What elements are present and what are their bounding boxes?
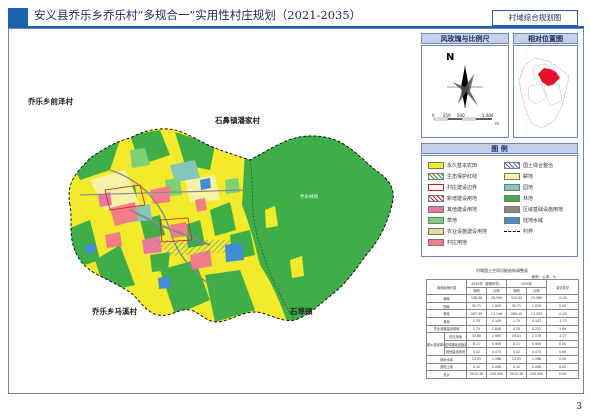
table-row: 总计 2015.38 100.000 2015.38 100.000 0.00 (426, 370, 579, 379)
neighbor-label-shibi: 石埠镇 (290, 307, 313, 316)
land-use-map-drawing (68, 128, 394, 323)
table-row: 其他土地 0.12 0.006 0.12 0.006 0.00 (426, 362, 579, 372)
wind-rose-scale-panel: N 0 250 500 1,000 m (421, 45, 509, 138)
legend-item-ecological-redline: 生态保护红线 (428, 173, 477, 180)
legend-header: 图 例 (421, 143, 578, 154)
legend-item-orchard: 园地 (504, 184, 533, 191)
legend-item-village-boundary: 村界 (504, 228, 533, 235)
neighbor-label-panjia: 石鼻镇潘家村 (215, 116, 260, 125)
north-letter: N (446, 52, 455, 63)
legend-item-construction-boundary: 村庄建设边界 (428, 184, 477, 191)
table-row: 园地 30.71 1.509 30.71 1.526 0.00 (426, 301, 579, 311)
village-land-parcels (69, 128, 394, 323)
map-type-tag: 村域综合规划图 (492, 10, 578, 26)
title-bar: 安义县乔乐乡乔乐村“多规合一”实用性村庄规划（2021-2035） 村域综合规划… (0, 0, 590, 28)
table-row: 农业设施建设用地 2.73 1.848 4.30 0.252 3.69 (426, 324, 579, 334)
table-row: 草地 2.33 0.109 1.73 0.103 -1.72 (426, 316, 579, 326)
location-map-drawing (518, 57, 570, 129)
table-row: 陆地水域 24.05 1.188 24.05 1.186 0.00 (426, 354, 579, 364)
scale-unit: m (495, 121, 499, 126)
village-land-use-map[interactable]: 乔乐乡前泽村 石鼻镇潘家村 乔乐乡马溪村 石埠镇 乔乐林场 (10, 30, 415, 392)
page-title: 安义县乔乐乡乔乐村“多规合一”实用性村庄规划（2021-2035） (34, 8, 362, 22)
legend-item-new-construction: 新增建设用地 (428, 195, 477, 202)
scale-panel-header: 风玫瑰与比例尺 (421, 33, 509, 44)
legend-item-grassland: 草地 (428, 217, 457, 224)
scale-tick-250: 250 (443, 113, 451, 118)
table-row: 其他建设用地 1.52 0.075 1.52 0.075 0.00 (427, 347, 579, 356)
legend-item-water: 陆地水域 (504, 217, 543, 224)
neighbor-label-qianze: 乔乐乡前泽村 (28, 97, 73, 106)
scale-tick-500: 500 (457, 113, 465, 118)
table-title: 村域国土空间功能结构调整表 (476, 268, 528, 273)
location-panel (513, 45, 578, 138)
legend-panel: 永久基本农田 生态保护红线 村庄建设边界 新增建设用地 其他建设用地 草地 农业… (421, 155, 578, 257)
legend-item-permanent-farmland: 永久基本农田 (428, 162, 477, 169)
legend-item-cropland: 耕地 (504, 173, 533, 180)
legend-item-agri-facility: 农业设施建设用地 (428, 228, 487, 235)
legend-item-infrastructure: 区域基础设施用地 (504, 206, 563, 213)
table-row: 林地 267.39 13.146 266.40 13.193 -0.03 (426, 309, 579, 318)
title-accent-block (8, 8, 28, 27)
scale-tick-1000: 1,000 (482, 113, 494, 118)
legend-item-forest: 林地 (504, 195, 533, 202)
legend-item-other-construction: 其他建设用地 (428, 206, 477, 213)
location-panel-header: 相对位置图 (513, 33, 578, 44)
scale-tick-0: 0 (432, 113, 435, 118)
legend-item-land-consolidation: 国土综合整治 (504, 162, 553, 169)
legend-item-village-land: 村庄用地 (428, 239, 467, 246)
land-use-table: 用地用海分类 2020年（基期年份） 2035年 变化情况 面积 比例 面积 比例 … (426, 278, 579, 379)
page-number: 3 (576, 402, 582, 412)
table-row: 区域基础设施用地6.110.9096.110.9090.00 (427, 339, 579, 349)
forest-farm-label: 乔乐林场 (300, 195, 318, 200)
table-header-row: 用地用海分类 2020年（基期年份） 2035年 变化情况 (426, 278, 579, 296)
table-row: 城乡建设用地 村庄用地 42.88 2.089 49.81 2.576 -2.27 (426, 332, 579, 356)
neighbor-label-maxi: 乔乐乡马溪村 (92, 307, 137, 316)
table-row: 耕地 538.96 26.556 523.40 25.989 -0.00 (426, 294, 579, 303)
